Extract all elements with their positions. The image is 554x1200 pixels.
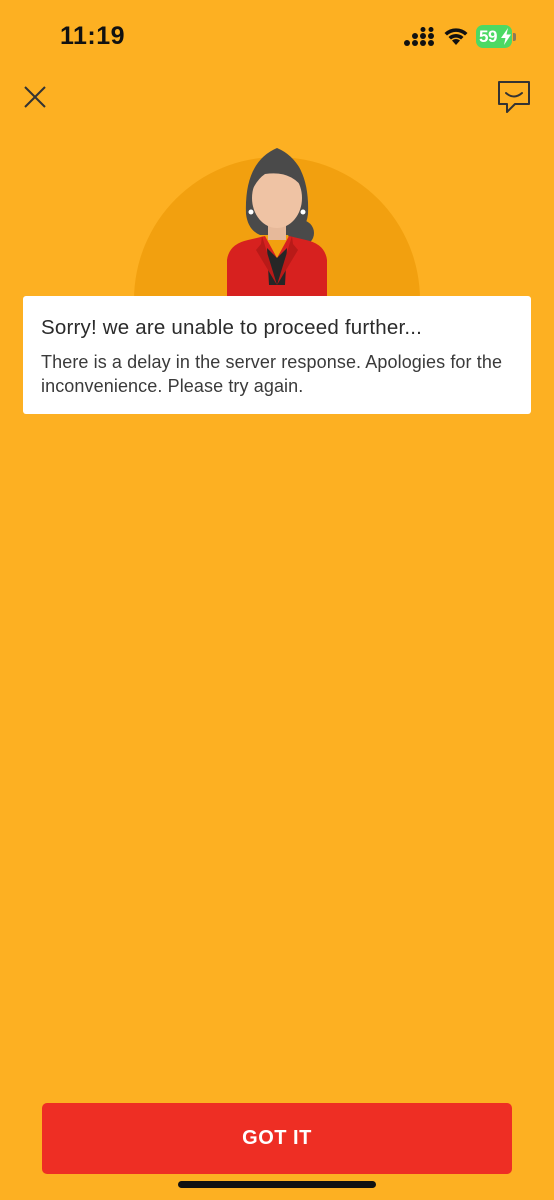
status-bar: 11:19 59 (0, 0, 554, 74)
close-icon (24, 86, 46, 108)
signal-icon (404, 27, 434, 46)
close-button[interactable] (20, 82, 52, 114)
home-indicator (178, 1181, 376, 1188)
error-title: Sorry! we are unable to proceed further.… (41, 316, 423, 339)
support-agent-illustration (134, 148, 420, 300)
battery-cap (513, 33, 516, 41)
error-message-card: Sorry! we are unable to proceed further.… (23, 296, 531, 414)
chat-icon (498, 81, 530, 113)
status-time: 11:19 (60, 22, 126, 50)
chat-button[interactable] (495, 78, 533, 116)
charging-bolt-icon (501, 28, 511, 45)
got-it-button[interactable]: GOT IT (42, 1103, 512, 1174)
error-description: There is a delay in the server response.… (41, 352, 503, 396)
wifi-icon (444, 28, 468, 45)
battery-icon: 59 (476, 25, 516, 49)
